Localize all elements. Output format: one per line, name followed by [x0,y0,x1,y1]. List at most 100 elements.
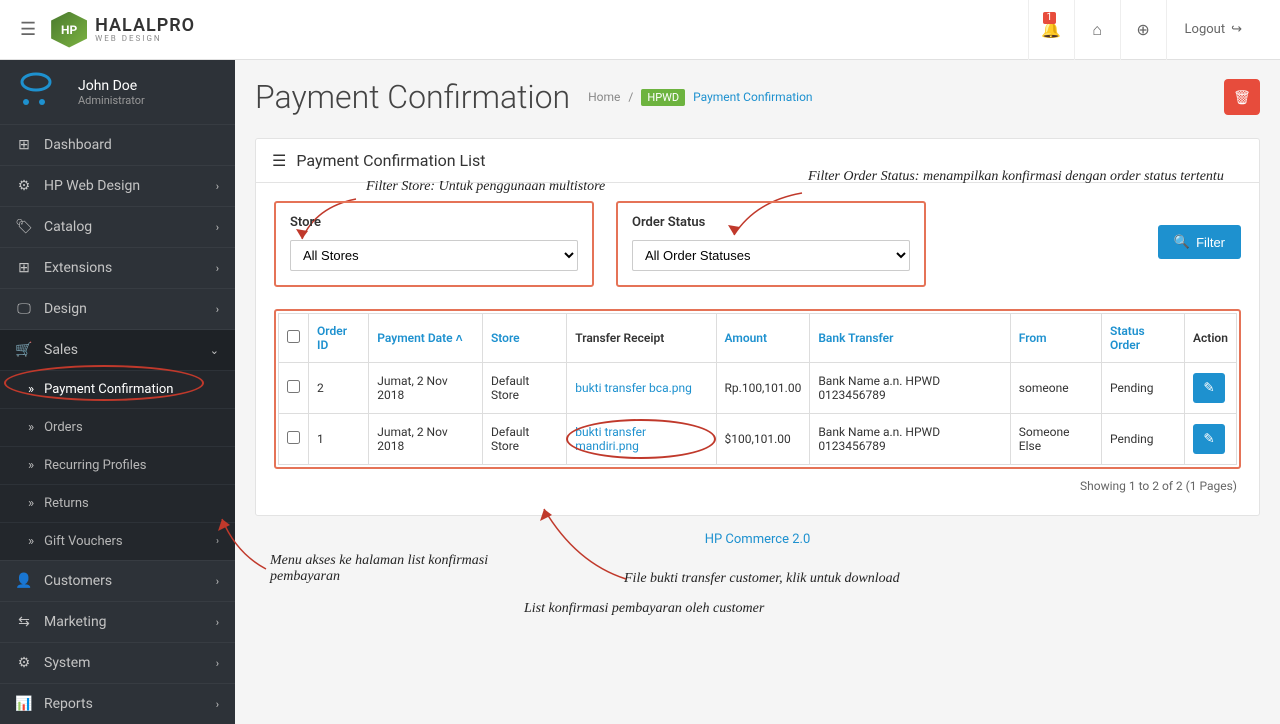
crumb-badge: HPWD [641,89,685,106]
filter-status-select[interactable]: All Order Statuses [632,240,910,271]
logo[interactable]: HALALPRO WEB DESIGN [51,12,195,48]
crumb-current[interactable]: Payment Confirmation [693,90,812,104]
nav-marketing[interactable]: ⇆Marketing› [0,601,235,642]
th-payment-date[interactable]: Payment Date ˄ [369,314,483,363]
trash-icon: 🗑 [1233,89,1251,105]
sidebar: John Doe Administrator ⊞Dashboard ⚙HP We… [0,60,235,724]
nav-extensions[interactable]: ⊞Extensions› [0,247,235,288]
th-status[interactable]: Status Order [1102,314,1185,363]
edit-button[interactable]: ✎ [1193,373,1225,403]
th-bank[interactable]: Bank Transfer [810,314,1010,363]
cell-from: someone [1010,363,1101,414]
subnav-returns[interactable]: »Returns [0,484,235,522]
table-row: 1 Jumat, 2 Nov 2018 Default Store bukti … [279,414,1237,465]
annotation-list-confirm: List konfirmasi pembayaran oleh customer [524,601,764,617]
chart-icon: 📊 [16,696,32,712]
main-content: Payment Confirmation Home / HPWD Payment… [235,60,1280,724]
th-receipt: Transfer Receipt [567,314,716,363]
subnav-payment-confirmation[interactable]: »Payment Confirmation [0,370,235,408]
cell-payment-date: Jumat, 2 Nov 2018 [369,414,483,465]
pencil-icon: ✎ [1203,431,1214,447]
footer-link-anchor[interactable]: HP Commerce 2.0 [705,532,811,547]
th-store[interactable]: Store [482,314,566,363]
globe-icon: ⊕ [1136,20,1149,39]
row-checkbox[interactable] [287,431,300,444]
th-action: Action [1185,314,1237,363]
home-button[interactable]: ⌂ [1074,0,1120,60]
pencil-icon: ✎ [1203,380,1214,396]
avatar-icon [16,72,66,112]
nav-sales[interactable]: 🛒Sales⌄ [0,329,235,370]
crumb-home[interactable]: Home [588,90,620,104]
cell-bank: Bank Name a.n. HPWD 0123456789 [810,414,1010,465]
footer-link: HP Commerce 2.0 [255,532,1260,547]
logout-button[interactable]: Logout ↪ [1166,0,1260,60]
dbl-chevron-icon: » [28,458,34,473]
chevron-down-icon: ⌄ [210,344,219,357]
tag-icon: 🏷 [16,219,32,235]
filter-store-label: Store [290,215,578,230]
nav-hpwd[interactable]: ⚙HP Web Design› [0,165,235,206]
delete-button[interactable]: 🗑 [1224,79,1260,115]
monitor-icon: 🖵 [16,301,32,317]
nav-system[interactable]: ⚙System› [0,642,235,683]
topbar: ☰ HALALPRO WEB DESIGN 1 🔔 ⌂ ⊕ Logout ↪ [0,0,1280,60]
cell-order-id: 2 [309,363,369,414]
filter-status-label: Order Status [632,215,910,230]
menu-toggle-icon[interactable]: ☰ [20,19,36,40]
share-icon: ⇆ [16,614,32,630]
nav-dashboard[interactable]: ⊞Dashboard [0,124,235,165]
subnav-recurring[interactable]: »Recurring Profiles [0,446,235,484]
chevron-right-icon: › [216,303,219,316]
subnav-orders[interactable]: »Orders [0,408,235,446]
chevron-right-icon: › [216,536,219,547]
select-all-checkbox[interactable] [287,330,300,343]
table-footer: Showing 1 to 2 of 2 (1 Pages) [274,469,1241,497]
globe-button[interactable]: ⊕ [1120,0,1166,60]
chevron-right-icon: › [216,657,219,670]
panel-title: Payment Confirmation List [296,151,485,170]
filter-store-select[interactable]: All Stores [290,240,578,271]
home-icon: ⌂ [1092,20,1102,40]
gear-icon: ⚙ [16,178,32,194]
nav-customers[interactable]: 👤Customers› [0,560,235,601]
edit-button[interactable]: ✎ [1193,424,1225,454]
th-order-id[interactable]: Order ID [309,314,369,363]
cog-icon: ⚙ [16,655,32,671]
th-from[interactable]: From [1010,314,1101,363]
user-icon: 👤 [16,573,32,589]
dbl-chevron-icon: » [28,382,34,397]
sort-asc-icon: ˄ [456,331,463,345]
logo-main-text: HALALPRO [95,17,195,35]
annotation-menu-access: Menu akses ke halaman list konfirmasi pe… [270,553,510,585]
page-title: Payment Confirmation [255,78,570,116]
row-checkbox[interactable] [287,380,300,393]
user-block: John Doe Administrator [0,60,235,124]
cell-store: Default Store [482,414,566,465]
breadcrumb: Home / HPWD Payment Confirmation [588,89,812,106]
panel: ☰ Payment Confirmation List Filter Store… [255,138,1260,516]
dbl-chevron-icon: » [28,420,34,435]
dashboard-icon: ⊞ [16,137,32,153]
table-wrapper: Order ID Payment Date ˄ Store Transfer R… [274,309,1241,469]
search-icon: 🔍 [1174,234,1190,250]
cell-payment-date: Jumat, 2 Nov 2018 [369,363,483,414]
notification-button[interactable]: 1 🔔 [1028,0,1074,60]
filter-status-group: Order Status All Order Statuses [616,201,926,287]
chevron-right-icon: › [216,575,219,588]
cell-receipt-link[interactable]: bukti transfer mandiri.png [567,414,716,465]
nav-design[interactable]: 🖵Design› [0,288,235,329]
logo-cube-icon [51,12,87,48]
chevron-right-icon: › [216,616,219,629]
filter-button[interactable]: 🔍Filter [1158,225,1241,259]
nav-reports[interactable]: 📊Reports› [0,683,235,724]
cell-status: Pending [1102,363,1185,414]
cell-receipt-link[interactable]: bukti transfer bca.png [567,363,716,414]
dbl-chevron-icon: » [28,534,34,549]
subnav-gift-vouchers[interactable]: »Gift Vouchers› [0,522,235,560]
th-amount[interactable]: Amount [716,314,810,363]
chevron-right-icon: › [216,262,219,275]
page-header: Payment Confirmation Home / HPWD Payment… [255,78,1260,116]
notification-badge: 1 [1043,12,1057,24]
nav-catalog[interactable]: 🏷Catalog› [0,206,235,247]
